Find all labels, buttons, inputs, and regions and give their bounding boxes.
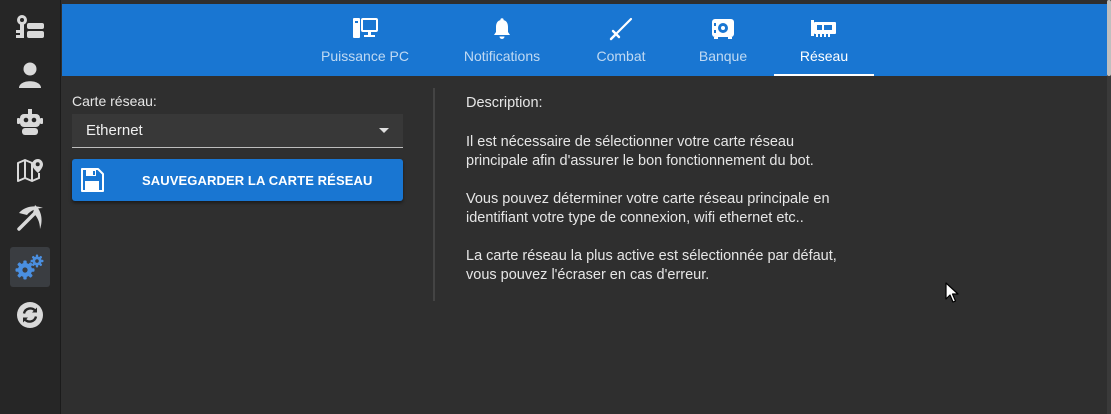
tab-combat[interactable]: Combat [582,4,660,76]
network-card-select[interactable]: Ethernet [72,114,403,148]
description-title: Description: [466,95,543,111]
description-paragraph: La carte réseau la plus active est sélec… [466,248,837,283]
sidebar-item-settings[interactable] [10,247,50,287]
tab-label: Banque [698,48,748,64]
network-card-label: Carte réseau: [72,93,157,109]
tab-bar: Puissance PC Notifications Combat Banque… [62,4,1107,76]
mouse-cursor-icon [945,282,959,303]
user-icon [19,62,41,88]
sword-icon [609,17,633,41]
floppy-disk-icon [81,168,104,192]
pc-icon [353,18,378,38]
tab-notifications[interactable]: Notifications [452,4,552,76]
tab-label: Réseau [799,48,849,64]
sidebar [0,0,61,414]
pickaxe-icon [17,205,43,231]
description-panel: Description: Il est nécessaire de sélect… [466,94,896,304]
tab-label: Puissance PC [321,48,409,64]
scrollbar[interactable] [1107,0,1111,414]
safe-icon [712,19,734,39]
app-window: Puissance PC Notifications Combat Banque… [0,0,1111,414]
sidebar-item-map[interactable] [10,150,50,190]
tab-reseau[interactable]: Réseau [774,4,874,76]
scrollbar-thumb[interactable] [1107,0,1111,76]
robot-icon [17,109,43,135]
tab-banque[interactable]: Banque [688,4,758,76]
gears-icon [15,254,44,280]
caret-down-icon [379,128,389,133]
sync-icon [17,302,43,328]
sidebar-item-keys[interactable] [10,7,50,47]
network-card-icon [811,20,836,37]
sidebar-item-sync[interactable] [10,295,50,335]
keys-icon [16,15,44,38]
description-paragraph: Il est nécessaire de sélectionner votre … [466,134,814,169]
description-paragraph: Vous pouvez déterminer votre carte résea… [466,191,830,226]
tab-label: Combat [596,48,646,64]
sidebar-item-user[interactable] [10,55,50,95]
sidebar-item-bot[interactable] [10,102,50,142]
bell-icon [494,18,510,39]
map-icon [17,159,43,182]
tab-label: Notifications [463,48,541,64]
sidebar-item-pickaxe[interactable] [10,198,50,238]
save-button-label: SAUVEGARDER LA CARTE RÉSEAU [142,173,373,188]
save-network-card-button[interactable]: SAUVEGARDER LA CARTE RÉSEAU [72,159,403,201]
active-tab-indicator [774,74,874,76]
select-value: Ethernet [86,122,143,139]
tab-puissance-pc[interactable]: Puissance PC [307,4,423,76]
vertical-divider [433,88,435,301]
